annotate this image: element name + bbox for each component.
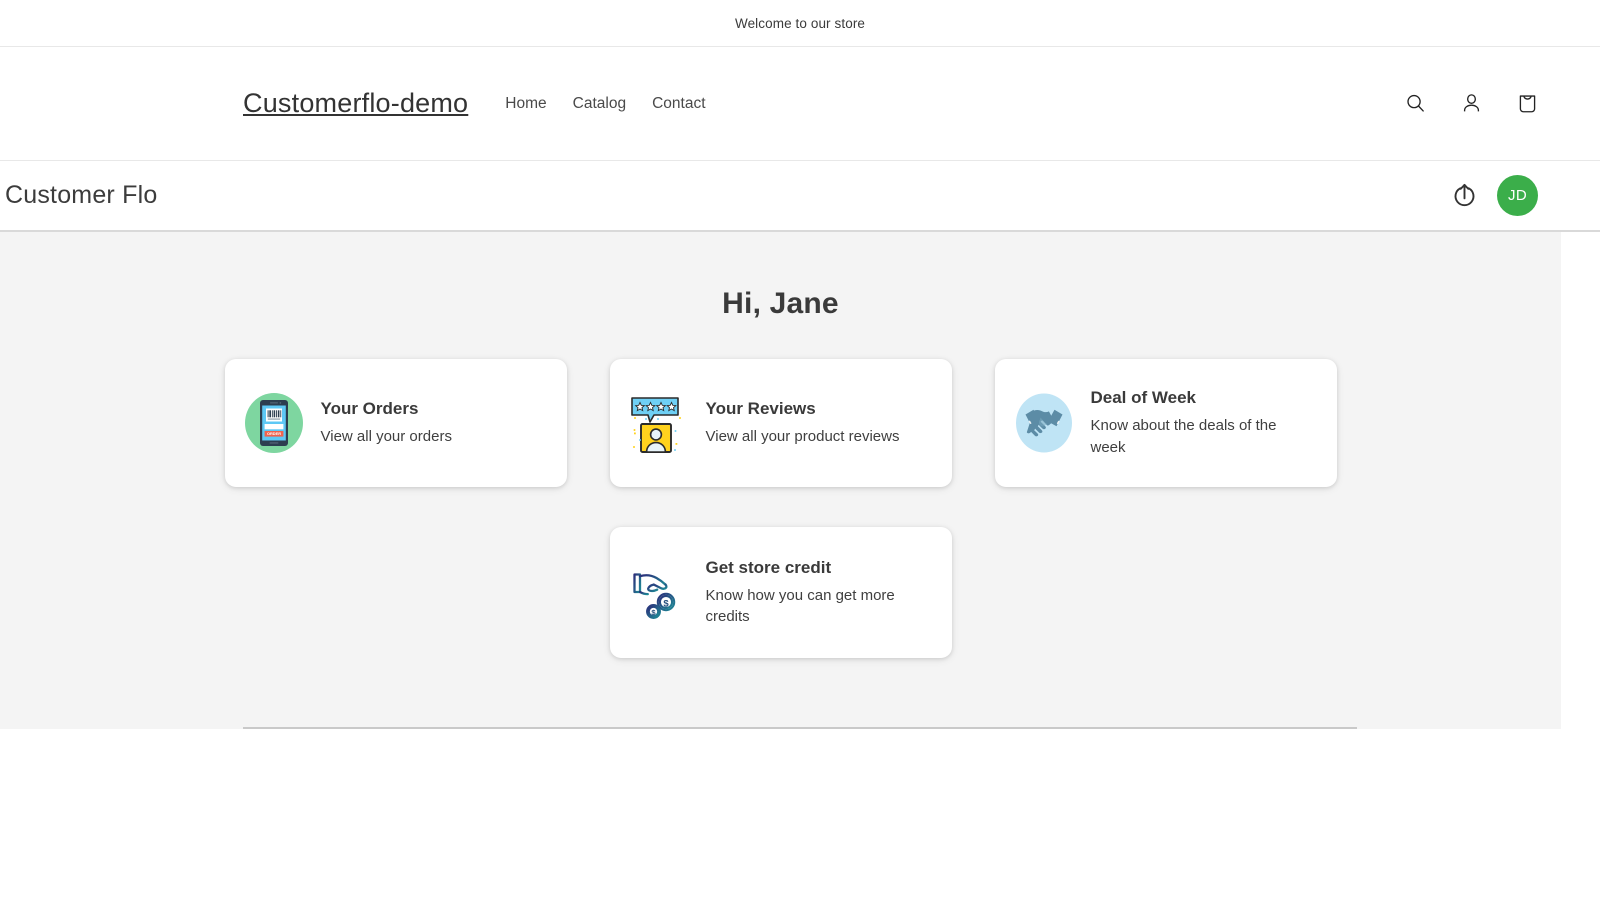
- avatar-initials: JD: [1508, 187, 1527, 204]
- account-icon[interactable]: [1454, 87, 1488, 121]
- cart-icon[interactable]: [1510, 87, 1544, 121]
- header-actions: [1398, 87, 1544, 121]
- nav-link-contact[interactable]: Contact: [652, 95, 705, 113]
- card-your-orders[interactable]: ORDER Your Orders View all your orders: [225, 359, 567, 487]
- section-divider: [243, 727, 1357, 729]
- announcement-text: Welcome to our store: [735, 16, 865, 31]
- card-description: Know about the deals of the week: [1091, 415, 1281, 459]
- card-title: Your Reviews: [706, 400, 900, 419]
- card-title: Your Orders: [321, 400, 452, 419]
- store-header: Customerflo-demo Home Catalog Contact: [0, 47, 1600, 161]
- card-text-your-orders: Your Orders View all your orders: [321, 398, 452, 447]
- card-deal-of-week[interactable]: Deal of Week Know about the deals of the…: [995, 359, 1337, 487]
- nav-link-catalog[interactable]: Catalog: [573, 95, 626, 113]
- nav-link-home[interactable]: Home: [505, 95, 546, 113]
- avatar[interactable]: JD: [1497, 175, 1538, 216]
- orders-phone-barcode-icon: ORDER: [243, 392, 305, 454]
- search-icon[interactable]: [1398, 87, 1432, 121]
- page-title: Hi, Jane: [0, 287, 1561, 321]
- card-title: Deal of Week: [1091, 389, 1281, 408]
- svg-text:$: $: [663, 598, 669, 609]
- share-icon[interactable]: [1449, 181, 1479, 211]
- card-title: Get store credit: [706, 559, 906, 578]
- card-text-get-store-credit: Get store credit Know how you can get mo…: [706, 557, 906, 628]
- card-text-your-reviews: Your Reviews View all your product revie…: [706, 398, 900, 447]
- card-description: View all your orders: [321, 426, 452, 448]
- card-description: View all your product reviews: [706, 426, 900, 448]
- card-description: Know how you can get more credits: [706, 585, 906, 629]
- announcement-bar: Welcome to our store: [0, 0, 1600, 47]
- app-bar: Customer Flo JD: [0, 161, 1600, 232]
- dashboard-card-grid: ORDER Your Orders View all your orders: [225, 359, 1337, 658]
- handshake-deal-icon: [1013, 392, 1075, 454]
- store-logo[interactable]: Customerflo-demo: [243, 88, 468, 119]
- main-panel: Hi, Jane: [0, 232, 1561, 729]
- svg-text:ORDER: ORDER: [266, 431, 280, 436]
- store-navigation: Home Catalog Contact: [505, 95, 705, 113]
- hand-coins-credit-icon: $ $: [628, 562, 690, 624]
- card-text-deal-of-week: Deal of Week Know about the deals of the…: [1091, 387, 1281, 458]
- card-get-store-credit[interactable]: $ $ Get store credit Know how you can ge…: [610, 527, 952, 658]
- app-title: Customer Flo: [5, 181, 157, 210]
- card-your-reviews[interactable]: Your Reviews View all your product revie…: [610, 359, 952, 487]
- app-bar-actions: JD: [1449, 175, 1560, 216]
- reviews-stars-person-icon: [628, 392, 690, 454]
